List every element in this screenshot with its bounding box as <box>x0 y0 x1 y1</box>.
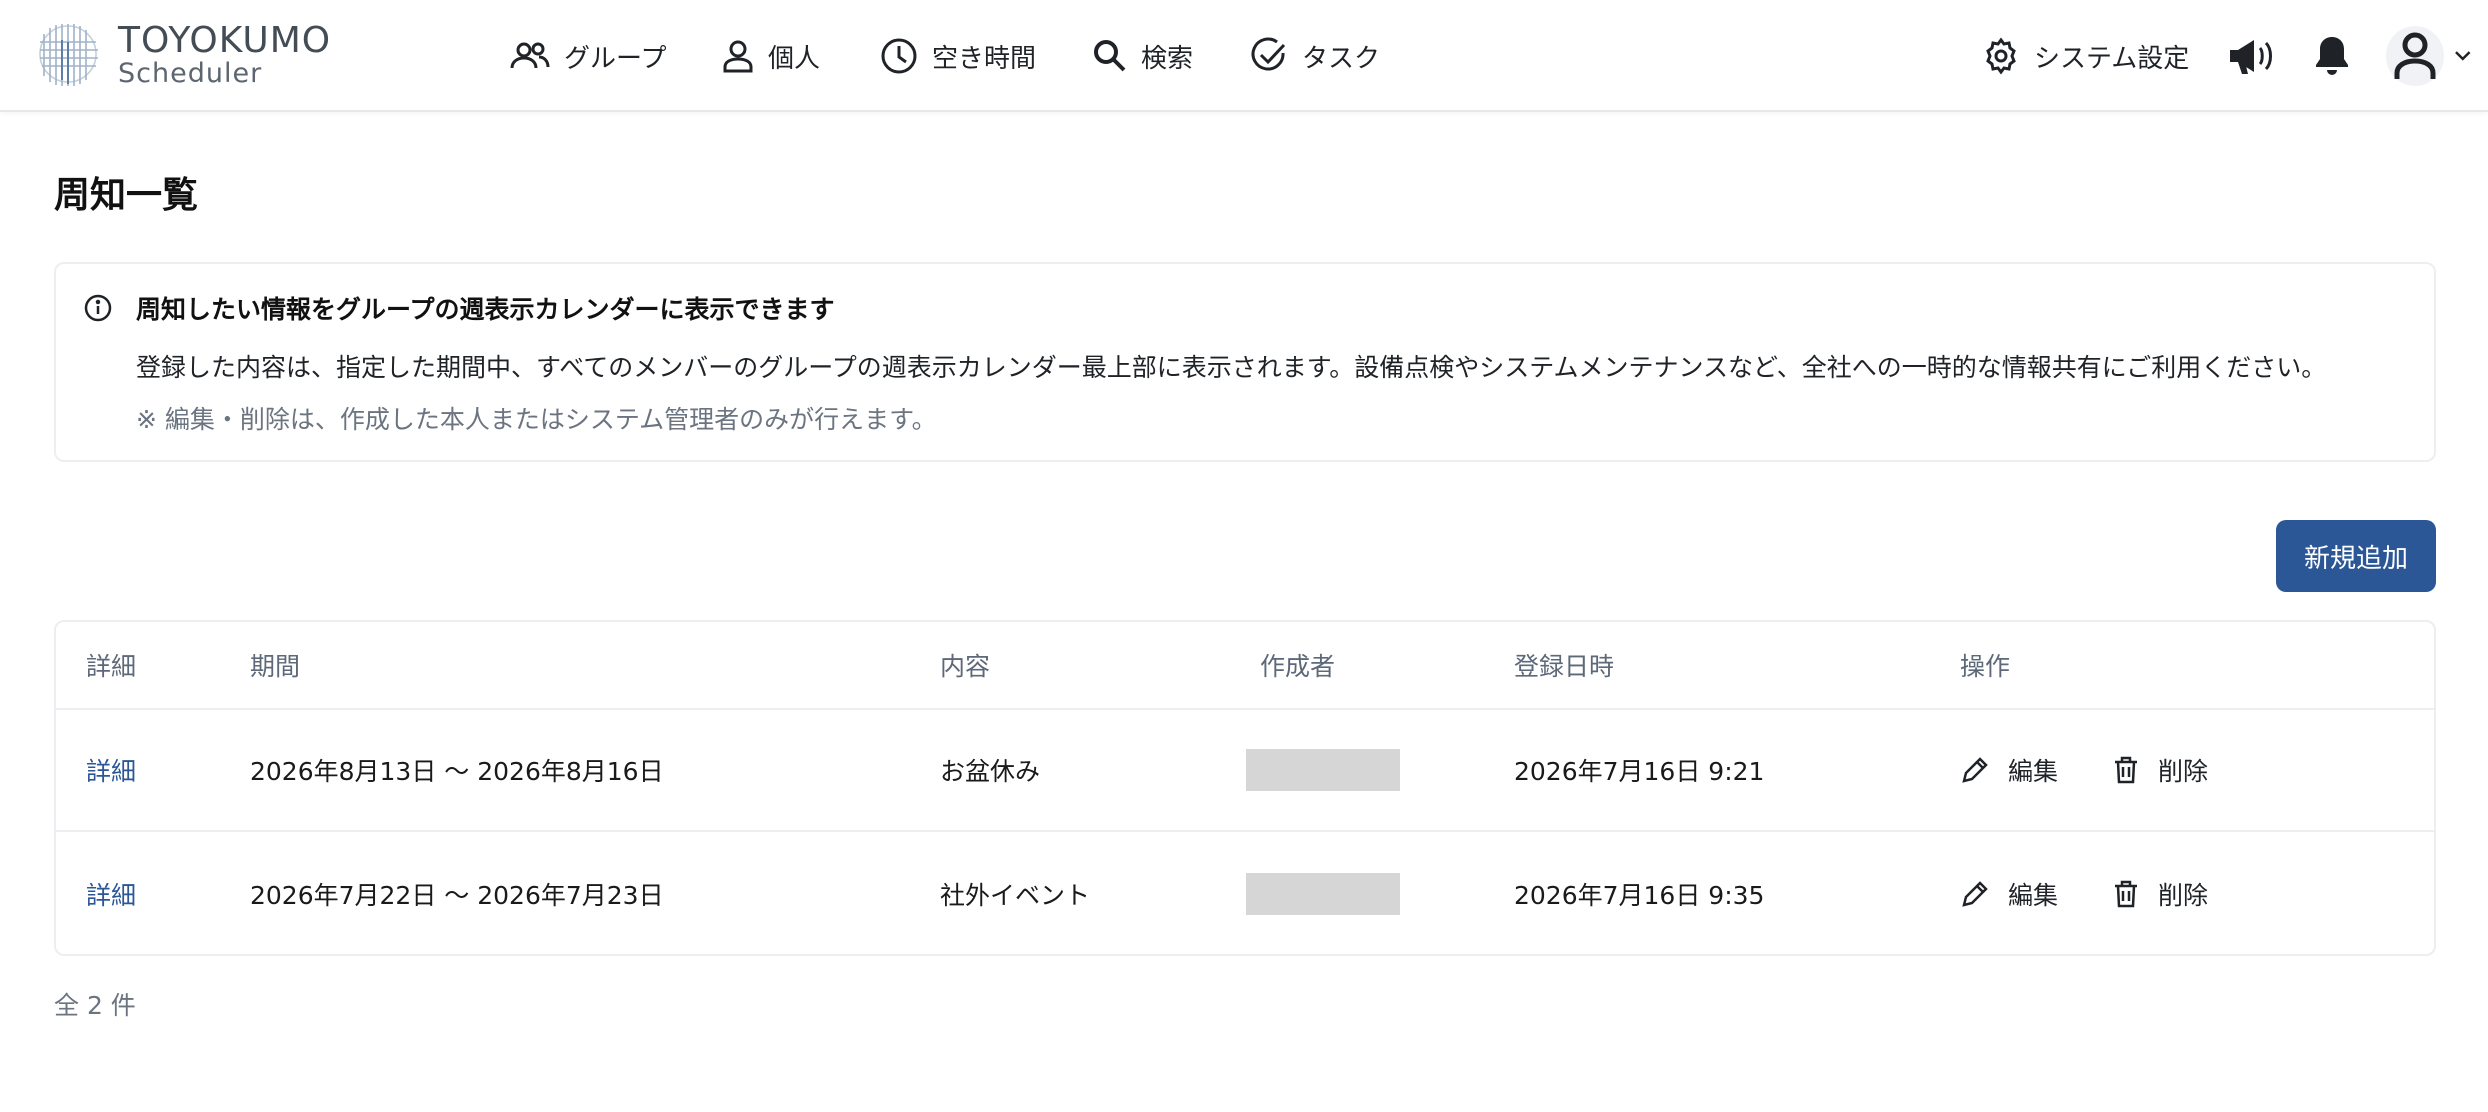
announcement-button[interactable] <box>2226 30 2278 82</box>
system-settings-button[interactable]: システム設定 <box>1982 30 2189 82</box>
brand-name: TOYOKUMO <box>118 20 332 61</box>
gear-icon <box>1986 37 2016 75</box>
bell-icon <box>2316 37 2348 75</box>
app-header: TOYOKUMO Scheduler グループ 個人 空き時間 検索 タスク シ… <box>0 0 2488 112</box>
edit-label: 編集 <box>2008 757 2059 786</box>
brand-product: Scheduler <box>118 58 263 89</box>
info-body: 登録した内容は、指定した期間中、すべてのメンバーのグループの週表示カレンダー最上… <box>136 353 2327 382</box>
nav-search-label: 検索 <box>1141 43 1194 74</box>
detail-link[interactable]: 詳細 <box>86 752 136 788</box>
nav-task-label: タスク <box>1302 43 1381 74</box>
nav-free-time-label: 空き時間 <box>932 43 1037 74</box>
actions-cell: 編集 削除 <box>1960 710 2262 830</box>
table-header-row: 詳細 期間 内容 作成者 登録日時 操作 <box>56 622 2434 710</box>
pencil-icon <box>1962 881 1988 907</box>
chevron-down-icon <box>2455 51 2471 61</box>
redacted-author <box>1246 749 1400 791</box>
nav-group-label: グループ <box>564 43 667 74</box>
author-cell <box>1246 832 1400 954</box>
announcement-table: 詳細 期間 内容 作成者 登録日時 操作 詳細 2026年8月13日 〜 202… <box>54 620 2436 956</box>
period-cell: 2026年8月13日 〜 2026年8月16日 <box>250 757 664 786</box>
page-title: 周知一覧 <box>54 175 199 216</box>
edit-button[interactable]: 編集 <box>1960 752 2058 788</box>
actions-cell: 編集 削除 <box>1960 832 2262 954</box>
delete-label: 削除 <box>2158 757 2209 786</box>
system-settings-label: システム設定 <box>2034 43 2190 74</box>
edit-button[interactable]: 編集 <box>1960 876 2058 912</box>
col-header-detail: 詳細 <box>86 652 137 681</box>
user-menu[interactable] <box>2386 22 2472 90</box>
add-new-button[interactable]: 新規追加 <box>2276 520 2436 592</box>
period-cell: 2026年7月22日 〜 2026年7月23日 <box>250 881 664 910</box>
search-icon <box>1094 40 1126 72</box>
delete-button[interactable]: 削除 <box>2112 752 2208 788</box>
logo-mark-icon <box>39 24 98 86</box>
content-cell: お盆休み <box>940 757 1041 786</box>
info-heading: 周知したい情報をグループの週表示カレンダーに表示できます <box>136 295 835 324</box>
col-header-author: 作成者 <box>1260 652 1336 681</box>
nav-personal[interactable]: 個人 <box>722 30 820 82</box>
person-icon <box>723 40 753 73</box>
pencil-icon <box>1962 757 1988 783</box>
group-icon <box>510 42 550 69</box>
total-count: 全 2 件 <box>54 991 136 1020</box>
table-row: 詳細 2026年8月13日 〜 2026年8月16日 お盆休み 2026年7月1… <box>56 710 2434 832</box>
registered-cell: 2026年7月16日 9:35 <box>1514 881 1765 910</box>
col-header-actions: 操作 <box>1960 652 2011 681</box>
trash-icon <box>2115 880 2138 908</box>
trash-icon <box>2115 756 2138 784</box>
check-circle-icon <box>1251 37 1286 71</box>
info-icon <box>84 294 112 322</box>
author-cell <box>1246 710 1400 830</box>
nav-search[interactable]: 検索 <box>1093 30 1193 82</box>
nav-personal-label: 個人 <box>768 43 821 74</box>
avatar <box>2386 26 2445 86</box>
content-cell: 社外イベント <box>940 881 1091 910</box>
nav-free-time[interactable]: 空き時間 <box>880 30 1036 82</box>
notification-button[interactable] <box>2306 30 2358 82</box>
table-row: 詳細 2026年7月22日 〜 2026年7月23日 社外イベント 2026年7… <box>56 832 2434 954</box>
delete-label: 削除 <box>2158 881 2209 910</box>
logo[interactable]: TOYOKUMO Scheduler <box>38 20 332 90</box>
nav-group[interactable]: グループ <box>510 30 666 82</box>
col-header-registered: 登録日時 <box>1514 652 1615 681</box>
info-note: ※ 編集・削除は、作成した本人またはシステム管理者のみが行えます。 <box>136 405 937 434</box>
detail-link[interactable]: 詳細 <box>86 876 136 912</box>
megaphone-icon <box>2230 40 2272 74</box>
registered-cell: 2026年7月16日 9:21 <box>1514 757 1765 786</box>
col-header-content: 内容 <box>940 652 991 681</box>
col-header-period: 期間 <box>250 652 301 681</box>
info-panel: 周知したい情報をグループの週表示カレンダーに表示できます 登録した内容は、指定し… <box>54 262 2436 462</box>
edit-label: 編集 <box>2008 881 2059 910</box>
nav-task[interactable]: タスク <box>1250 30 1380 82</box>
user-icon <box>2394 32 2436 79</box>
delete-button[interactable]: 削除 <box>2112 876 2208 912</box>
clock-icon <box>881 38 917 74</box>
redacted-author <box>1246 873 1400 915</box>
